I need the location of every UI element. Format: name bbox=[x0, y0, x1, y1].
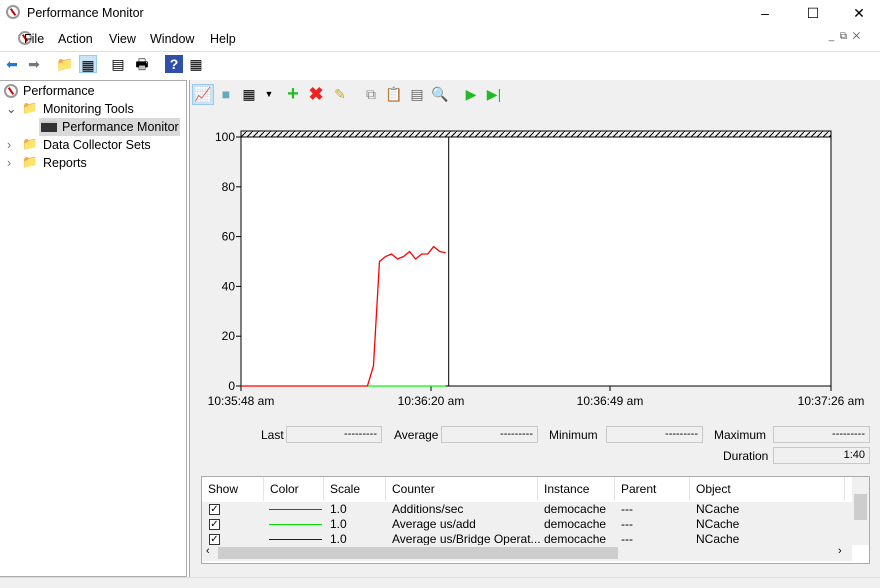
maximum-value: --------- bbox=[773, 426, 870, 443]
show-checkbox[interactable]: ✓ bbox=[209, 504, 220, 515]
last-label: Last bbox=[261, 428, 284, 442]
minimum-value: --------- bbox=[606, 426, 703, 443]
y-tick-label: 20 bbox=[222, 329, 236, 343]
y-tick-label: 40 bbox=[222, 279, 236, 293]
table-row[interactable]: ✓ 1.0 Additions/sec democache --- NCache bbox=[202, 502, 852, 517]
y-tick-label: 100 bbox=[215, 130, 235, 144]
instance-cell: democache bbox=[544, 532, 607, 546]
counter-cell: Average us/add bbox=[392, 517, 476, 531]
x-tick-label: 10:36:49 am bbox=[577, 394, 644, 408]
x-tick-label: 10:37:26 am bbox=[798, 394, 865, 408]
color-swatch bbox=[269, 509, 322, 510]
counter-cell: Additions/sec bbox=[392, 502, 464, 516]
overflow-band bbox=[240, 130, 832, 138]
last-value: --------- bbox=[286, 426, 382, 443]
object-cell: NCache bbox=[696, 517, 740, 531]
parent-cell: --- bbox=[621, 517, 633, 531]
maximum-label: Maximum bbox=[714, 428, 767, 442]
y-tick-label: 0 bbox=[228, 379, 235, 393]
counter-table: Show Color Scale Counter Instance Parent… bbox=[201, 476, 870, 564]
scale-cell: 1.0 bbox=[330, 532, 347, 546]
x-tick-label: 10:35:48 am bbox=[208, 394, 275, 408]
y-tick-label: 60 bbox=[222, 230, 236, 244]
line-chart: 0 20 40 60 80 100 10:35:48 am 10:36:20 am 10:36:… bbox=[208, 130, 865, 408]
plot-area bbox=[240, 136, 832, 387]
color-swatch bbox=[269, 524, 322, 525]
instance-cell: democache bbox=[544, 502, 607, 516]
instance-cell: democache bbox=[544, 517, 607, 531]
col-counter[interactable]: Counter bbox=[386, 477, 538, 501]
col-instance[interactable]: Instance bbox=[538, 477, 615, 501]
scale-cell: 1.0 bbox=[330, 502, 347, 516]
show-checkbox[interactable]: ✓ bbox=[209, 534, 220, 545]
scale-cell: 1.0 bbox=[330, 517, 347, 531]
object-cell: NCache bbox=[696, 502, 740, 516]
col-parent[interactable]: Parent bbox=[615, 477, 690, 501]
parent-cell: --- bbox=[621, 532, 633, 546]
scrollbar-thumb[interactable] bbox=[218, 547, 618, 559]
show-checkbox[interactable]: ✓ bbox=[209, 519, 220, 530]
minimum-label: Minimum bbox=[549, 428, 598, 442]
status-bar bbox=[0, 577, 880, 588]
average-label: Average bbox=[394, 428, 439, 442]
color-swatch bbox=[269, 539, 322, 540]
col-show[interactable]: Show bbox=[202, 477, 264, 501]
average-value: --------- bbox=[441, 426, 538, 443]
duration-label: Duration bbox=[723, 449, 769, 463]
horizontal-scrollbar[interactable]: ‹ › bbox=[202, 545, 852, 561]
counter-cell: Average us/Bridge Operat... bbox=[392, 532, 541, 546]
vertical-scrollbar[interactable] bbox=[852, 477, 869, 545]
duration-value: 1:40 bbox=[773, 447, 870, 464]
y-tick-label: 80 bbox=[222, 180, 236, 194]
parent-cell: --- bbox=[621, 502, 633, 516]
col-object[interactable]: Object bbox=[690, 477, 845, 501]
col-scale[interactable]: Scale bbox=[324, 477, 386, 501]
col-color[interactable]: Color bbox=[264, 477, 324, 501]
object-cell: NCache bbox=[696, 532, 740, 546]
x-tick-label: 10:36:20 am bbox=[398, 394, 465, 408]
table-row[interactable]: ✓ 1.0 Average us/add democache --- NCach… bbox=[202, 517, 852, 532]
